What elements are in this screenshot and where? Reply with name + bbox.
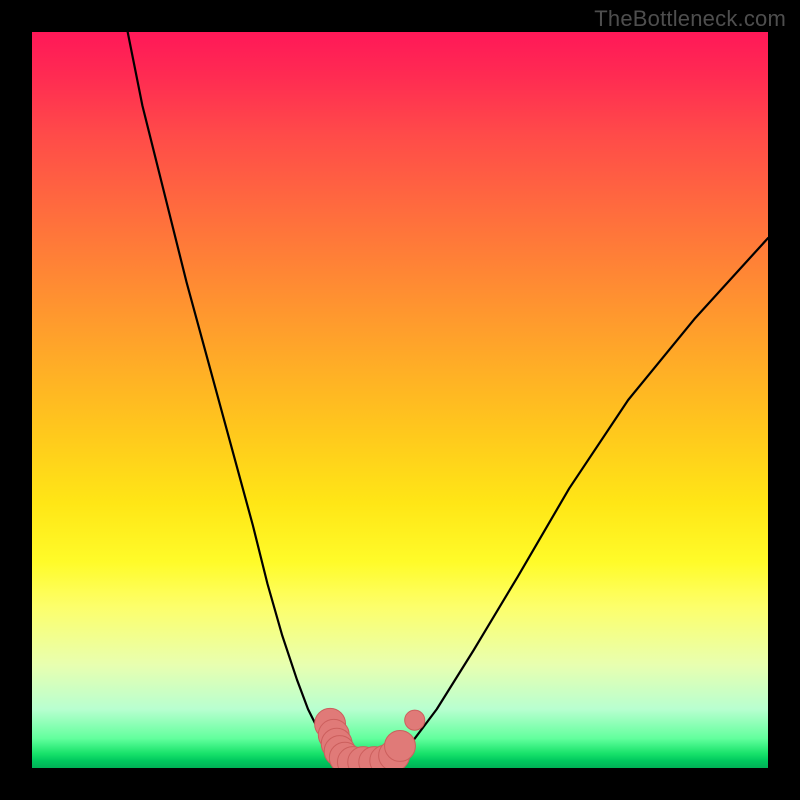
- curve-layer: [32, 32, 768, 768]
- chart-frame: TheBottleneck.com: [0, 0, 800, 800]
- bottleneck-curve: [128, 32, 768, 762]
- valley-marker: [405, 710, 425, 730]
- valley-markers: [315, 708, 425, 768]
- attribution-label: TheBottleneck.com: [594, 6, 786, 32]
- plot-area: [32, 32, 768, 768]
- valley-marker: [385, 730, 416, 761]
